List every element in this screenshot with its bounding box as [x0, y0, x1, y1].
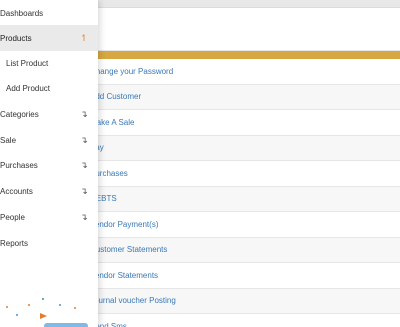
expand-arrow-icon: ↴ — [80, 134, 88, 145]
expand-arrow-icon: ↴ — [80, 211, 88, 222]
sidebar-item-label: Dashboards — [0, 8, 44, 18]
sidebar-item-reports[interactable]: Reports — [0, 230, 98, 256]
confetti-dot — [74, 307, 76, 309]
sidebar-item-purchases[interactable]: Purchases ↴ — [0, 152, 98, 178]
paper-plane-icon — [40, 313, 47, 319]
expand-arrow-icon: ↴ — [80, 185, 88, 196]
confetti-dot — [59, 304, 61, 306]
sidebar: Dashboards Products ↿ List Product Add P… — [0, 0, 98, 327]
confetti-dot — [16, 314, 18, 316]
sidebar-item-label: Sale — [0, 135, 17, 145]
sidebar-item-list-product[interactable]: List Product — [0, 50, 98, 76]
sidebar-item-label: Reports — [0, 238, 29, 248]
confetti-dot — [28, 304, 30, 306]
expand-arrow-icon: ↴ — [80, 159, 88, 170]
promo-confetti-decoration — [0, 292, 98, 327]
sidebar-item-categories[interactable]: Categories ↴ — [0, 101, 98, 127]
sidebar-item-people[interactable]: People ↴ — [0, 204, 98, 230]
promo-button[interactable] — [44, 323, 88, 327]
sidebar-item-products[interactable]: Products ↿ — [0, 25, 98, 51]
sidebar-item-label: Purchases — [0, 160, 38, 170]
sidebar-item-label: Categories — [0, 109, 39, 119]
expand-arrow-icon: ↴ — [80, 108, 88, 119]
confetti-dot — [42, 298, 44, 300]
sidebar-item-label: People — [0, 212, 25, 222]
sidebar-item-accounts[interactable]: Accounts ↴ — [0, 178, 98, 204]
sidebar-item-label: Add Product — [6, 83, 51, 93]
sidebar-item-sale[interactable]: Sale ↴ — [0, 127, 98, 153]
sidebar-item-add-product[interactable]: Add Product — [0, 75, 98, 101]
sidebar-item-dashboards[interactable]: Dashboards — [0, 0, 98, 26]
sidebar-item-label: Accounts — [0, 186, 33, 196]
sidebar-item-label: List Product — [6, 58, 49, 68]
collapse-arrow-icon: ↿ — [80, 32, 88, 43]
sidebar-item-label: Products — [0, 33, 32, 43]
confetti-dot — [6, 306, 8, 308]
